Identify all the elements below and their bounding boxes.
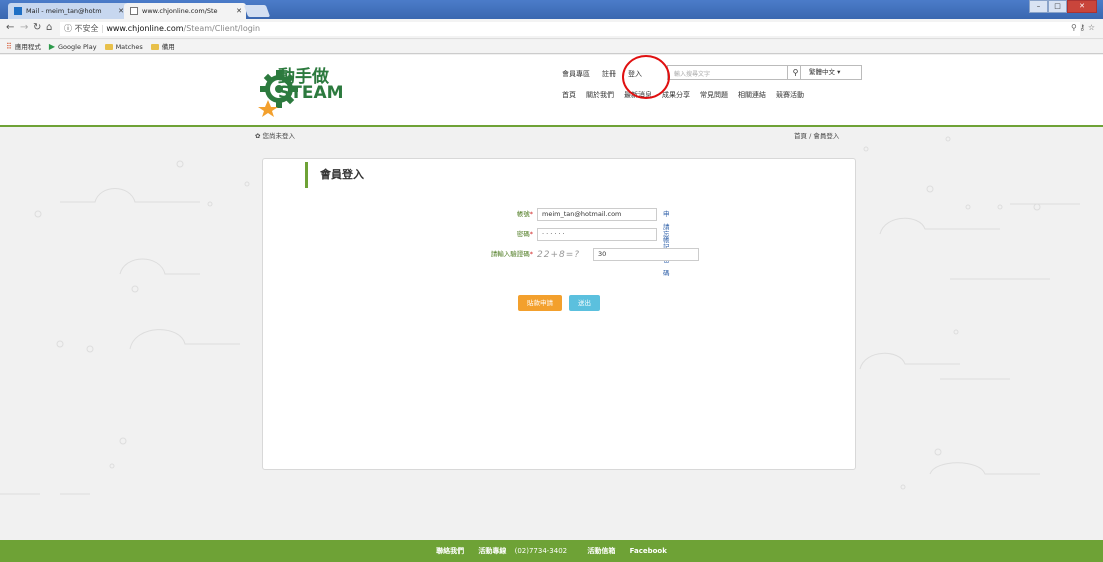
bookmark-apps[interactable]: ⠿ 應用程式 [6,40,41,53]
site-footer: 聯絡我們 活動專線 (02)7734-3402 活動信箱 Facebook [0,540,1103,562]
page-title: 會員登入 [305,162,364,188]
bookmark-google-play[interactable]: ▶ Google Play [49,40,97,53]
close-icon[interactable]: ✕ [236,3,242,19]
url-path: /Steam/Client/login [183,24,261,33]
login-submit-button[interactable]: 送出 [569,295,600,311]
password-input[interactable]: · · · · · · [537,228,657,241]
bookmark-label: 應用程式 [14,42,41,51]
login-card: 會員登入 帳號* meim_tan@hotmail.com 申請帳號 密碼* ·… [262,158,856,470]
back-icon[interactable]: ← [6,22,14,33]
password-label-text: 密碼 [516,230,530,238]
nav-about[interactable]: 關於我們 [586,90,614,100]
toolbar-icons: ⚲ ⚷ ☆ [1071,23,1095,32]
tab-chjonline[interactable]: www.chjonline.com/Ste ✕ [124,3,246,19]
breadcrumb: 首頁 / 會員登入 [794,132,840,140]
site-header: 動手做 STEAM 會員專區 註冊 登入 輸入搜尋文字 ⚲ 繁體中文 ▾ 首頁 … [0,55,1103,127]
address-bar[interactable]: ⓘ 不安全 | www.chjonline.com/Steam/Client/l… [60,22,1080,36]
account-label-text: 帳號 [516,210,530,218]
footer-mail-link[interactable]: 活動信箱 [587,547,615,555]
login-status-text: 您尚未登入 [262,132,296,140]
new-tab-button[interactable] [243,5,271,17]
topnav-register[interactable]: 註冊 [602,69,616,79]
reload-icon[interactable]: ↻ [33,22,41,33]
nav-home[interactable]: 首頁 [562,90,576,100]
site-search: 輸入搜尋文字 ⚲ [667,65,804,80]
nav-showcase[interactable]: 成果分享 [662,90,690,100]
annotation-circle [622,55,670,99]
footer-hotline: 活動專線 (02)7734-3402 [478,547,573,555]
main-nav: 首頁 關於我們 最新消息 成果分享 常見問題 相關連結 競賽活動 [562,90,804,100]
hotline-label: 活動專線 [478,547,507,555]
browser-tabstrip: Mail - meim_tan@hotm ✕ www.chjonline.com… [0,0,1103,19]
play-icon: ▶ [48,41,56,51]
captcha-image: 22+8=? [537,250,581,260]
zoom-icon[interactable]: ⚲ [1071,23,1077,32]
page-icon [130,7,138,15]
footer-facebook-link[interactable]: Facebook [630,547,667,555]
window-close-button[interactable]: ✕ [1067,0,1097,13]
bookmark-label: 備用 [161,42,175,51]
account-label: 帳號* [516,210,533,218]
url-host: www.chjonline.com [106,24,184,33]
captcha-input[interactable]: 30 [593,248,699,261]
account-input[interactable]: meim_tan@hotmail.com [537,208,657,221]
bookmark-matches[interactable]: Matches [104,40,143,53]
logo-text[interactable]: 動手做 STEAM [278,69,344,103]
star-icon[interactable]: ☆ [1088,23,1095,32]
login-status: ✿ 您尚未登入 [255,130,295,140]
register-button[interactable]: 貼款申請 [518,295,562,311]
bookmarks-bar: ⠿ 應用程式 ▶ Google Play Matches 備用 [0,40,1103,54]
tab-mail[interactable]: Mail - meim_tan@hotm ✕ [8,3,128,19]
bookmark-label: Matches [115,42,143,51]
home-icon[interactable]: ⌂ [46,22,52,33]
logo-line-2: STEAM [278,83,344,103]
search-input[interactable]: 輸入搜尋文字 [674,69,710,78]
window-controls: – □ ✕ [1029,0,1097,13]
apps-icon: ⠿ [6,41,12,51]
footer-contact-link[interactable]: 聯絡我們 [436,547,464,555]
nav-contest[interactable]: 競賽活動 [776,90,804,100]
nav-faq[interactable]: 常見問題 [700,90,728,100]
forward-icon[interactable]: → [20,22,28,33]
captcha-label: 請輸入驗證碼* [490,250,533,258]
captcha-label-text: 請輸入驗證碼 [490,250,530,258]
hotline-number: (02)7734-3402 [514,547,568,555]
gear-icon: ✿ [255,132,261,140]
tab-title: Mail - meim_tan@hotm [26,7,102,15]
folder-icon [104,43,113,50]
folder-icon [150,43,159,50]
info-icon: ⓘ [64,24,72,33]
language-select[interactable]: 繁體中文 ▾ [800,65,862,80]
browser-toolbar: ← → ↻ ⌂ ⓘ 不安全 | www.chjonline.com/Steam/… [0,19,1103,39]
outlook-icon [14,7,22,15]
maximize-button[interactable]: □ [1048,0,1067,13]
tab-title: www.chjonline.com/Ste [142,7,218,15]
bookmark-backup[interactable]: 備用 [150,40,175,53]
security-label: 不安全 [74,24,99,33]
password-label: 密碼* [516,230,533,238]
topnav-member[interactable]: 會員專區 [562,69,590,79]
bookmark-label: Google Play [58,42,97,51]
key-icon[interactable]: ⚷ [1079,23,1085,32]
nav-links[interactable]: 相關連結 [738,90,766,100]
minimize-button[interactable]: – [1029,0,1048,13]
